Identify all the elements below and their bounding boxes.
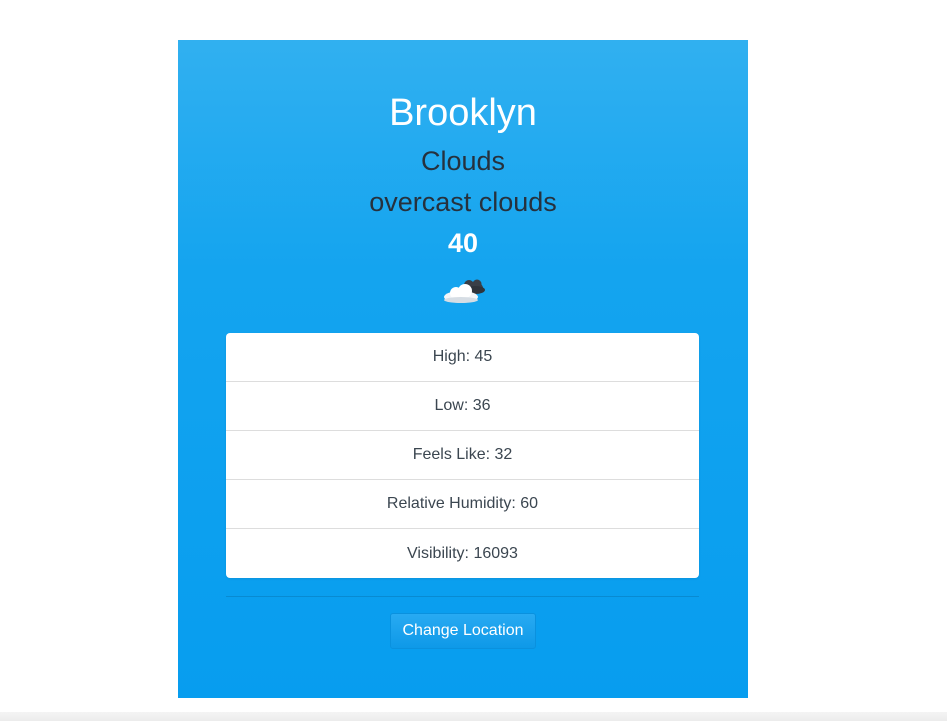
divider bbox=[226, 596, 699, 597]
change-location-button[interactable]: Change Location bbox=[390, 613, 536, 649]
city-name: Brooklyn bbox=[389, 92, 537, 134]
feels-like-row: Feels Like: 32 bbox=[226, 431, 699, 480]
page-bottom-bar bbox=[0, 712, 947, 721]
high-temperature-row: High: 45 bbox=[226, 333, 699, 382]
weather-card: Brooklyn Clouds overcast clouds 40 High:… bbox=[178, 40, 748, 698]
weather-condition: Clouds bbox=[420, 146, 506, 176]
current-temperature: 40 bbox=[447, 228, 479, 258]
visibility-row: Visibility: 16093 bbox=[407, 544, 518, 562]
overcast-clouds-icon bbox=[444, 279, 485, 303]
low-temperature-row: Low: 36 bbox=[226, 382, 699, 431]
weather-details-list: High: 45 Low: 36 Feels Like: 32 Relative… bbox=[226, 333, 699, 578]
weather-description: overcast clouds bbox=[369, 187, 557, 217]
relative-humidity-row: Relative Humidity: 60 bbox=[226, 480, 699, 529]
